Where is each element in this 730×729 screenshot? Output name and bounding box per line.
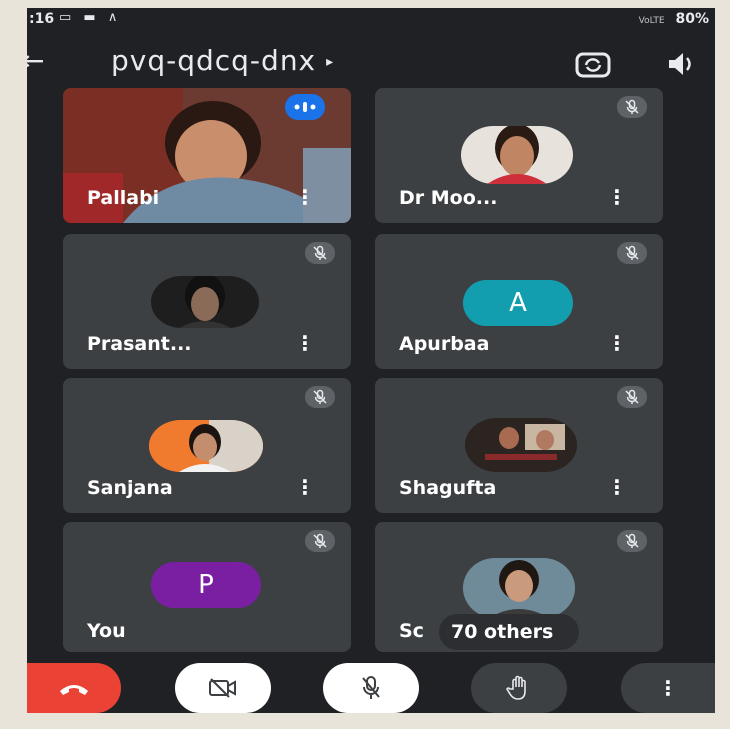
switch-camera-icon[interactable] bbox=[573, 44, 613, 84]
participant-avatar: A bbox=[463, 280, 573, 326]
participant-menu-button[interactable]: ⋮ bbox=[607, 331, 627, 355]
participant-tile[interactable]: A Apurbaa ⋮ bbox=[375, 234, 663, 369]
raise-hand-icon bbox=[506, 675, 526, 700]
voice-activity-icon bbox=[285, 94, 325, 120]
participant-tile[interactable]: P You bbox=[63, 522, 351, 652]
participant-menu-button[interactable]: ⋮ bbox=[607, 475, 627, 499]
participant-name: Shagufta bbox=[399, 477, 497, 499]
call-controls: ⋮ bbox=[27, 653, 715, 713]
status-time: :16 bbox=[29, 11, 55, 27]
mic-off-icon bbox=[305, 242, 335, 264]
participant-avatar bbox=[465, 418, 577, 472]
participant-name: Dr Moo... bbox=[399, 187, 498, 209]
status-bar: :16 ▭ ▬ ∧ VoLTE 80% bbox=[27, 8, 715, 34]
participant-avatar bbox=[463, 558, 575, 618]
signal-icon: VoLTE bbox=[638, 16, 665, 26]
participant-tile[interactable]: Sanjana ⋮ bbox=[63, 378, 351, 513]
participant-avatar: P bbox=[151, 562, 261, 608]
participant-menu-button[interactable]: ⋮ bbox=[295, 331, 315, 355]
mic-off-icon bbox=[305, 530, 335, 552]
camera-off-icon bbox=[209, 678, 236, 698]
mic-off-icon bbox=[617, 386, 647, 408]
battery-level: 80% bbox=[675, 11, 709, 27]
raise-hand-button[interactable] bbox=[471, 663, 567, 713]
notification-icons: ▭ ▬ ∧ bbox=[59, 10, 122, 25]
participant-tile[interactable]: Pallabi ⋮ bbox=[63, 88, 351, 223]
participant-avatar bbox=[151, 276, 259, 328]
end-call-button[interactable] bbox=[27, 663, 121, 713]
participant-tile[interactable]: Prasant... ⋮ bbox=[63, 234, 351, 369]
participant-name: You bbox=[87, 620, 126, 642]
mic-off-icon bbox=[617, 530, 647, 552]
participant-name: Pallabi bbox=[87, 187, 160, 209]
participant-menu-button[interactable]: ⋮ bbox=[607, 185, 627, 209]
others-count-chip[interactable]: 70 others bbox=[439, 614, 580, 650]
speaker-icon[interactable] bbox=[661, 44, 701, 84]
participant-menu-button[interactable]: ⋮ bbox=[295, 475, 315, 499]
back-arrow-icon[interactable]: ← bbox=[27, 44, 44, 77]
participant-tile[interactable]: Shagufta ⋮ bbox=[375, 378, 663, 513]
meeting-info-caret: ▸ bbox=[326, 54, 335, 70]
camera-toggle-button[interactable] bbox=[175, 663, 271, 713]
status-right: VoLTE 80% bbox=[639, 11, 709, 27]
participant-avatar bbox=[149, 420, 263, 472]
participant-tile[interactable]: Sc 70 others bbox=[375, 522, 663, 652]
participant-name: Prasant... bbox=[87, 333, 192, 355]
call-top-bar: ← pvq-qdcq-dnx ▸ bbox=[27, 36, 715, 92]
participant-tile[interactable]: Dr Moo... ⋮ bbox=[375, 88, 663, 223]
end-call-icon bbox=[60, 685, 88, 695]
participant-menu-button[interactable]: ⋮ bbox=[295, 185, 315, 209]
mic-off-icon bbox=[362, 676, 380, 699]
mic-off-icon bbox=[617, 96, 647, 118]
mic-off-icon bbox=[617, 242, 647, 264]
meet-screen: :16 ▭ ▬ ∧ VoLTE 80% ← pvq-qdcq-dnx ▸ Pal… bbox=[27, 8, 715, 713]
more-options-button[interactable]: ⋮ bbox=[621, 663, 715, 713]
participant-name: Apurbaa bbox=[399, 333, 490, 355]
mic-toggle-button[interactable] bbox=[323, 663, 419, 713]
mic-off-icon bbox=[305, 386, 335, 408]
participant-name: Sanjana bbox=[87, 477, 173, 499]
meeting-code[interactable]: pvq-qdcq-dnx ▸ bbox=[111, 44, 334, 77]
participant-name: Sc bbox=[399, 620, 424, 642]
participant-avatar bbox=[461, 126, 573, 184]
